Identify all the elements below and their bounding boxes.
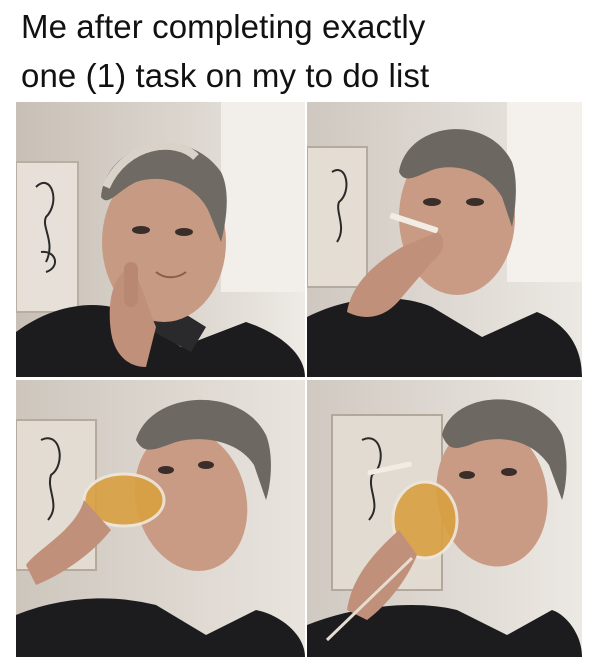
photo-panel-thinking	[16, 102, 305, 377]
photo-drinking-smoking	[307, 380, 582, 657]
photo-smoking	[307, 102, 582, 377]
photo-thinking	[16, 102, 305, 377]
photo-grid	[16, 102, 582, 658]
caption-line-2: one (1) task on my to do list	[21, 57, 430, 94]
photo-drinking	[16, 380, 305, 657]
photo-panel-drinking-smoking	[307, 380, 582, 657]
caption-line-1: Me after completing exactly	[21, 8, 426, 45]
meme-caption: Me after completing exactly one (1) task…	[21, 2, 581, 100]
photo-panel-drinking	[16, 380, 305, 657]
photo-panel-smoking	[307, 102, 582, 377]
